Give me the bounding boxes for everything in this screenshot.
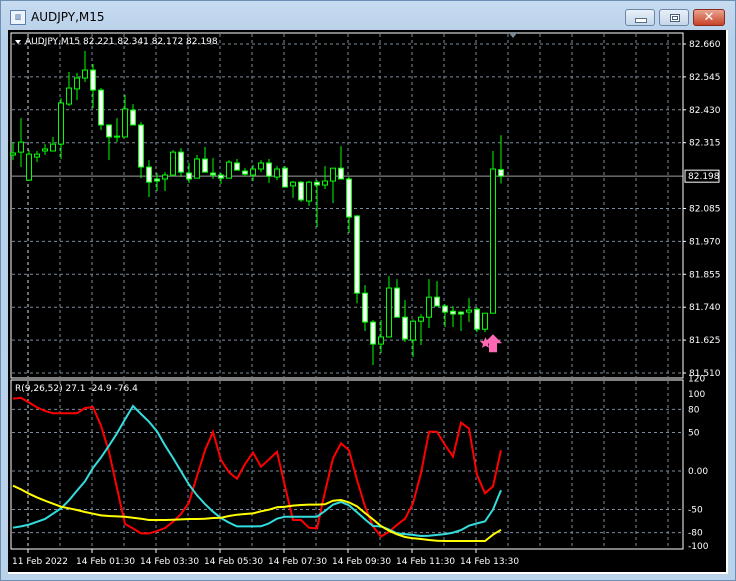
candle-bullish bbox=[34, 153, 40, 158]
candle-bullish bbox=[378, 336, 384, 345]
candle-bearish bbox=[146, 166, 152, 183]
time-axis-label: 11 Feb 2022 bbox=[12, 557, 68, 567]
price-axis-label: 82.660 bbox=[689, 40, 721, 50]
candle-bullish bbox=[194, 158, 200, 179]
candle-bearish bbox=[458, 311, 464, 315]
current-price-label: 82.198 bbox=[688, 172, 720, 182]
indicator-line-red bbox=[12, 396, 502, 538]
candle-bearish bbox=[202, 158, 208, 173]
candle-bullish bbox=[322, 180, 328, 186]
candle-bullish bbox=[490, 168, 496, 314]
candle-bearish bbox=[186, 172, 192, 180]
candle-bearish bbox=[138, 124, 144, 168]
candle-bullish bbox=[250, 168, 256, 176]
candle-bearish bbox=[298, 181, 304, 201]
candle-bullish bbox=[74, 77, 80, 90]
candle-bearish bbox=[98, 89, 104, 126]
indicator-axis-label: -80 bbox=[688, 529, 703, 539]
candle-bullish bbox=[290, 181, 296, 187]
candle-bearish bbox=[314, 181, 320, 186]
candle-bearish bbox=[234, 162, 240, 171]
price-axis-label: 81.740 bbox=[689, 303, 721, 313]
indicator-axis-label: 0.00 bbox=[688, 467, 708, 477]
candle-bearish bbox=[90, 69, 96, 91]
candle-bearish bbox=[346, 178, 352, 218]
candle-bullish bbox=[226, 161, 232, 179]
price-axis-label: 81.970 bbox=[689, 237, 721, 247]
candle-bullish bbox=[410, 320, 416, 341]
candle-bullish bbox=[306, 181, 312, 202]
candle-bullish bbox=[386, 287, 392, 338]
candle-bullish bbox=[418, 316, 424, 322]
indicator-axis-label: -100 bbox=[688, 542, 709, 552]
indicator-axis-label: -50 bbox=[688, 506, 703, 516]
indicator-axis-label: 80 bbox=[688, 405, 700, 415]
candle-bullish bbox=[26, 153, 32, 181]
price-axis-label: 82.085 bbox=[689, 205, 721, 215]
candle-bullish bbox=[66, 87, 72, 105]
candle-bearish bbox=[402, 316, 408, 340]
candle-bearish bbox=[442, 305, 448, 313]
candle-bearish bbox=[130, 109, 136, 126]
time-axis-label: 14 Feb 03:30 bbox=[140, 557, 199, 567]
chart-shift-marker-icon[interactable] bbox=[509, 33, 517, 38]
candle-bullish bbox=[162, 174, 168, 180]
time-axis-label: 14 Feb 07:30 bbox=[268, 557, 327, 567]
candle-bearish bbox=[338, 167, 344, 180]
candle-bearish bbox=[450, 310, 456, 315]
time-axis-label: 14 Feb 05:30 bbox=[204, 557, 263, 567]
candle-bullish bbox=[114, 135, 120, 138]
candle-bearish bbox=[434, 296, 440, 307]
time-axis-label: 14 Feb 09:30 bbox=[332, 557, 391, 567]
price-chart[interactable]: 82.660 82.545 82.430 82.315 82.085 81.970 81.8… bbox=[0, 0, 736, 581]
candle-bearish bbox=[154, 178, 160, 182]
candle-bullish bbox=[426, 296, 432, 318]
candle-bearish bbox=[242, 170, 248, 175]
candle-bullish bbox=[170, 151, 176, 176]
candle-bullish bbox=[58, 102, 64, 145]
candle-bearish bbox=[266, 162, 272, 177]
candle-bullish bbox=[466, 309, 472, 313]
candle-bullish bbox=[482, 312, 488, 330]
main-panel-header: AUDJPY,M15 82.221 82.341 82.172 82.198 bbox=[25, 37, 218, 47]
candle-bearish bbox=[370, 321, 376, 345]
candle-bearish bbox=[354, 215, 360, 294]
price-axis-label: 81.855 bbox=[689, 270, 721, 280]
candle-bearish bbox=[282, 167, 288, 188]
candle-bearish bbox=[178, 151, 184, 173]
candle-bearish bbox=[474, 308, 480, 330]
time-axis-label: 14 Feb 01:30 bbox=[76, 557, 135, 567]
candle-bearish bbox=[210, 172, 216, 176]
indicator-axis-label: 50 bbox=[688, 429, 700, 439]
price-axis-label: 82.430 bbox=[689, 106, 721, 116]
time-axis-label: 14 Feb 13:30 bbox=[460, 557, 519, 567]
time-axis-label: 14 Feb 11:30 bbox=[396, 557, 455, 567]
candle-bullish bbox=[18, 141, 24, 153]
candle-bullish bbox=[122, 108, 128, 138]
candle-bullish bbox=[330, 167, 336, 182]
candle-bearish bbox=[218, 174, 224, 179]
candle-bearish bbox=[362, 292, 368, 323]
candle-bullish bbox=[274, 168, 280, 178]
candle-bullish bbox=[82, 69, 88, 79]
candle-bullish bbox=[10, 152, 16, 156]
indicator-axis-label: 100 bbox=[688, 390, 705, 400]
candle-bearish bbox=[106, 124, 112, 138]
price-axis-label: 82.545 bbox=[689, 73, 721, 83]
candle-bearish bbox=[394, 287, 400, 318]
candle-bullish bbox=[258, 162, 264, 170]
candle-bullish bbox=[42, 148, 48, 152]
candle-bearish bbox=[498, 169, 504, 177]
indicator-axis-label: 120 bbox=[688, 375, 705, 385]
candle-bullish bbox=[50, 143, 56, 152]
collapse-triangle-icon[interactable] bbox=[15, 40, 21, 44]
signal-up-arrow-icon bbox=[484, 334, 502, 353]
price-axis-label: 81.625 bbox=[689, 336, 721, 346]
price-axis-label: 82.315 bbox=[689, 139, 721, 149]
indicator-panel-header: R(9,26,52) 27.1 -24.9 -76.4 bbox=[15, 384, 138, 394]
candles bbox=[10, 50, 504, 365]
indicator-lines bbox=[12, 396, 502, 542]
